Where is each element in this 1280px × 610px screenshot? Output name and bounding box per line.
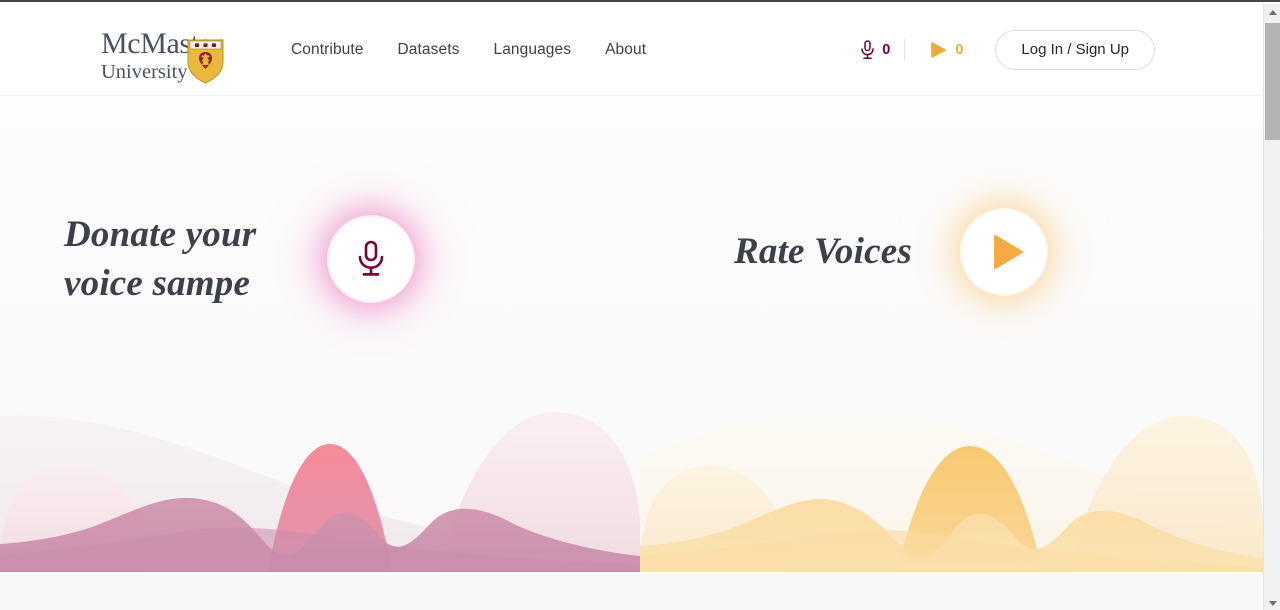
nav-contribute[interactable]: Contribute (274, 41, 381, 59)
play-voice-button[interactable] (962, 210, 1046, 294)
play-icon (993, 234, 1024, 270)
page-content: McMaster University Contribute Datasets … (0, 4, 1263, 610)
scroll-up-arrow-icon[interactable] (1264, 4, 1280, 21)
validations-count: 0 (955, 41, 964, 58)
nav-datasets[interactable]: Datasets (381, 41, 477, 59)
counter-divider (904, 38, 906, 61)
validations-counter[interactable]: 0 (928, 40, 963, 60)
vertical-scrollbar[interactable] (1263, 4, 1280, 610)
hero-section: Donate your voice sampe Rate Voices (0, 96, 1263, 572)
rate-voices-content: Rate Voices (734, 210, 1046, 294)
browser-viewport: McMaster University Contribute Datasets … (0, 0, 1280, 610)
pink-waveform-graphic (0, 396, 640, 572)
donate-voice-title: Donate your voice sampe (64, 214, 257, 305)
page-footer-area (0, 574, 1263, 610)
recordings-count: 0 (882, 41, 891, 58)
record-voice-button[interactable] (329, 217, 413, 302)
nav-languages[interactable]: Languages (476, 41, 588, 59)
header-actions: 0 0 Log In / Sign Up (860, 29, 1155, 70)
amber-waveform-graphic (640, 396, 1263, 572)
hero-split: Donate your voice sampe Rate Voices (0, 96, 1263, 572)
scrollbar-thumb[interactable] (1265, 23, 1280, 140)
mcmaster-logo[interactable]: McMaster University (101, 14, 227, 86)
site-header: McMaster University Contribute Datasets … (0, 4, 1263, 96)
recordings-counter[interactable]: 0 (860, 39, 891, 60)
mcmaster-crest-icon (187, 39, 224, 84)
rate-voices-pane: Rate Voices (640, 96, 1263, 572)
donate-voice-pane: Donate your voice sampe (0, 96, 640, 572)
scroll-down-arrow-icon[interactable] (1264, 595, 1280, 610)
play-icon (931, 41, 947, 58)
login-signup-button[interactable]: Log In / Sign Up (995, 29, 1155, 70)
donate-voice-content: Donate your voice sampe (64, 210, 413, 308)
rate-voices-title: Rate Voices (734, 231, 912, 273)
microphone-icon (861, 39, 875, 59)
microphone-icon (358, 240, 384, 277)
nav-about[interactable]: About (588, 41, 663, 59)
main-navigation: Contribute Datasets Languages About (274, 41, 663, 59)
